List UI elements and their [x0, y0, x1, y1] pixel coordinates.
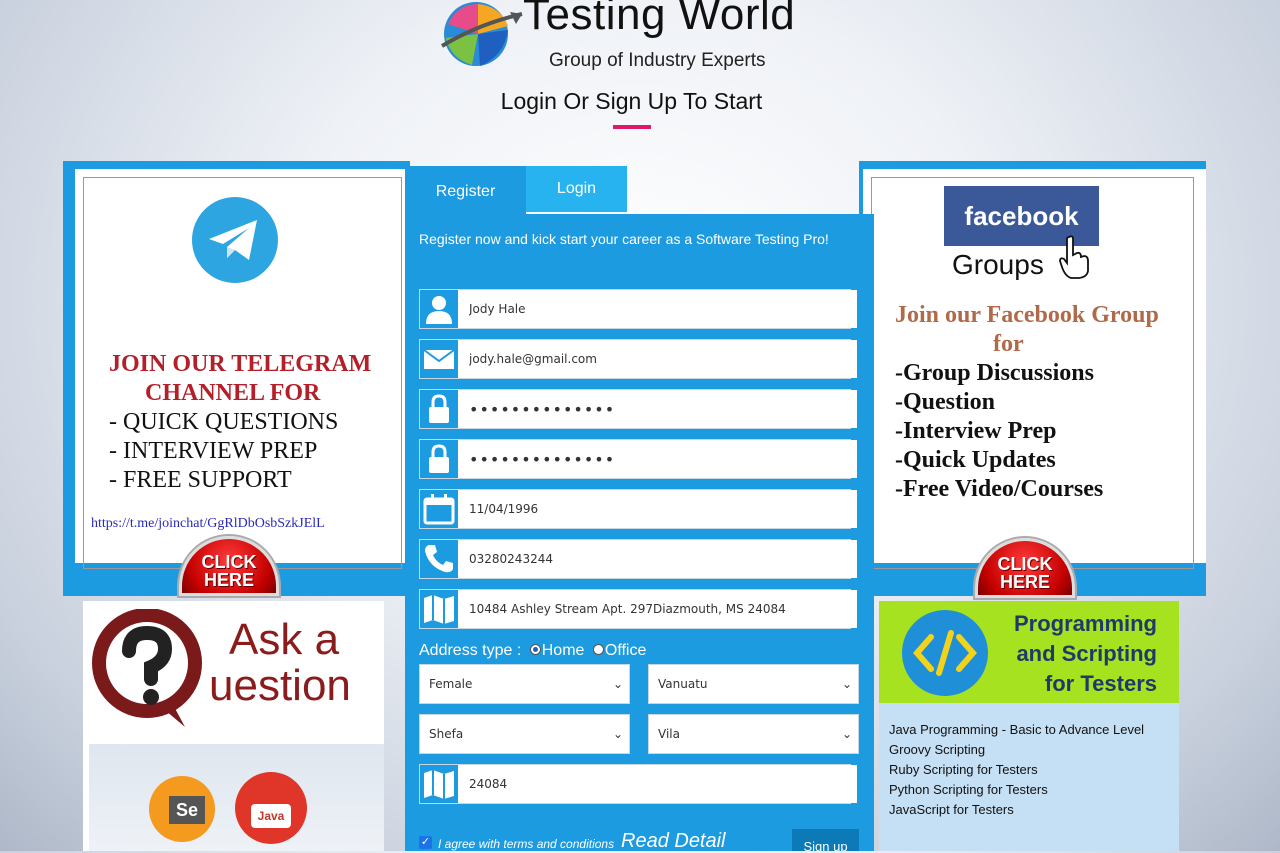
lock-icon [420, 440, 458, 478]
facebook-panel-body: facebook Groups Join our Facebook Group … [863, 169, 1206, 569]
country-select[interactable]: Vanuatu ⌄ [648, 664, 859, 704]
prog-course-item: Ruby Scripting for Testers [889, 762, 1038, 777]
prog-title-1: Programming [1013, 611, 1157, 636]
logo-subtitle: Group of Industry Experts [549, 50, 766, 71]
prog-course-item: JavaScript for Testers [889, 802, 1014, 817]
terms-label: I agree with terms and conditions [438, 837, 615, 851]
telegram-promo-panel[interactable]: JOIN OUR TELEGRAM CHANNEL FOR - QUICK QU… [63, 161, 410, 596]
map-icon [420, 765, 458, 803]
ask-card-image: Se Java [89, 744, 384, 851]
hand-cursor-icon [1059, 235, 1089, 279]
calendar-icon [420, 490, 458, 528]
address-type-label: Address type : [419, 642, 522, 659]
email-input[interactable] [460, 340, 857, 378]
prog-course-item: Java Programming - Basic to Advance Leve… [889, 722, 1145, 737]
facebook-item: -Free Video/Courses [895, 476, 1104, 502]
email-field [419, 339, 857, 379]
facebook-headline-2: for [993, 331, 1024, 357]
site-logo: Testing World Group of Industry Experts [438, 0, 838, 80]
name-field [419, 289, 857, 329]
country-select-value: Vanuatu [658, 677, 708, 691]
confirm-password-field [419, 439, 857, 479]
prog-course-item: Groovy Scripting [889, 742, 986, 757]
prog-title-2: and Scripting [1016, 641, 1157, 666]
tab-login[interactable]: Login [526, 166, 627, 212]
map-icon [420, 590, 458, 628]
address-field [419, 589, 857, 629]
code-icon [902, 610, 988, 696]
office-radio[interactable] [592, 644, 604, 656]
prog-course-item: Python Scripting for Testers [889, 782, 1048, 797]
state-select[interactable]: Shefa ⌄ [419, 714, 630, 754]
telegram-headline-1: JOIN OUR TELEGRAM [109, 351, 372, 377]
ask-title-2: uestion [209, 661, 351, 710]
address-type-group: Address type : Home Office [419, 642, 646, 660]
ask-question-card[interactable]: Ask a uestion Se Java [83, 601, 384, 851]
ask-title-1: Ask a [229, 615, 340, 664]
address-input[interactable] [460, 590, 857, 628]
user-icon [420, 290, 458, 328]
form-intro-text: Register now and kick start your career … [419, 231, 829, 247]
facebook-headline-1: Join our Facebook Group [895, 302, 1159, 328]
password-field [419, 389, 857, 429]
programming-card[interactable]: Programming and Scripting for Testers Ja… [879, 601, 1179, 851]
phone-field [419, 539, 857, 579]
telegram-panel-body: JOIN OUR TELEGRAM CHANNEL FOR - QUICK QU… [75, 169, 410, 569]
state-select-value: Shefa [429, 727, 464, 741]
page-title: Login Or Sign Up To Start [500, 88, 763, 114]
facebook-groups-label: Groups [952, 249, 1044, 280]
dob-field [419, 489, 857, 529]
facebook-promo-panel[interactable]: facebook Groups Join our Facebook Group … [859, 161, 1206, 598]
city-select[interactable]: Vila ⌄ [648, 714, 859, 754]
name-input[interactable] [460, 290, 857, 328]
zip-field [419, 764, 857, 804]
telegram-item: - FREE SUPPORT [109, 467, 292, 493]
facebook-item: -Question [895, 389, 996, 415]
zip-input[interactable] [460, 765, 857, 803]
telegram-link[interactable]: https://t.me/joinchat/GgRlDbOsbSzkJElL [91, 516, 325, 532]
telegram-item: - INTERVIEW PREP [109, 438, 318, 464]
confirm-password-input[interactable] [460, 440, 857, 478]
gender-select[interactable]: Female ⌄ [419, 664, 630, 704]
office-radio-label[interactable]: Office [605, 642, 647, 659]
prog-title-3: for Testers [1044, 671, 1157, 696]
chevron-down-icon: ⌄ [612, 727, 623, 741]
phone-icon [420, 540, 458, 578]
selenium-logo: Se [169, 796, 205, 824]
facebook-item: -Quick Updates [895, 447, 1056, 473]
programming-banner: Programming and Scripting for Testers [879, 601, 1179, 703]
password-input[interactable] [460, 390, 857, 428]
chevron-down-icon: ⌄ [841, 727, 852, 741]
tab-register[interactable]: Register [405, 166, 526, 214]
logo-title: Testing World [523, 0, 796, 39]
facebook-item: -Group Discussions [895, 360, 1094, 386]
telegram-headline-2: CHANNEL FOR [145, 380, 321, 406]
heading-underline [613, 125, 651, 129]
home-radio[interactable] [529, 644, 541, 656]
dob-input[interactable] [460, 490, 857, 528]
question-mark-icon [92, 609, 202, 727]
facebook-item: -Interview Prep [895, 418, 1057, 444]
phone-input[interactable] [460, 540, 857, 578]
signup-button[interactable]: Sign up [792, 829, 859, 851]
java-logo: Java [251, 804, 291, 828]
home-radio-label[interactable]: Home [542, 642, 585, 659]
read-detail-link[interactable]: Read Detail [621, 830, 726, 853]
telegram-item: - QUICK QUESTIONS [109, 409, 339, 435]
lock-icon [420, 390, 458, 428]
envelope-icon [420, 340, 458, 378]
city-select-value: Vila [658, 727, 680, 741]
telegram-icon [192, 197, 278, 283]
globe-puzzle-icon [440, 2, 523, 66]
terms-checkbox[interactable]: ✓ [419, 836, 432, 849]
gender-select-value: Female [429, 677, 473, 691]
chevron-down-icon: ⌄ [612, 677, 623, 691]
chevron-down-icon: ⌄ [841, 677, 852, 691]
